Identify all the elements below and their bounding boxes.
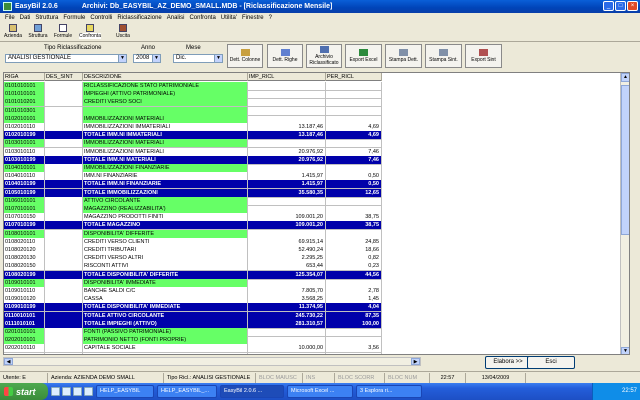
menu-item-riclassificazione[interactable]: Riclassificazione (117, 15, 161, 21)
scroll-up-arrow-icon[interactable]: ▲ (621, 73, 629, 82)
menu-item-finestre[interactable]: Finestre (242, 15, 264, 21)
columns-icon (240, 49, 250, 56)
anno-select[interactable]: 2008 ▼ (133, 54, 161, 63)
archivio-riclassificato-button[interactable]: Archivio Riclassificato (306, 44, 342, 68)
main-toolbar: Azienda Struttura Formule Confronta Usci… (0, 22, 640, 42)
close-button[interactable]: × (627, 1, 638, 11)
chevron-down-icon: ▼ (152, 55, 160, 62)
printer-icon (399, 49, 408, 56)
building-icon (9, 24, 17, 32)
title-bar: EasyBil 2.0.6 Archivi: Db_EASYBIL_AZ_DEM… (0, 0, 640, 13)
menu-item-dati[interactable]: Dati (20, 15, 31, 21)
export-excel-button[interactable]: Export Excel (345, 44, 382, 68)
scroll-down-arrow-icon[interactable]: ▼ (621, 347, 629, 354)
formule-button[interactable]: Formule (51, 22, 75, 42)
status-date: 13/04/2009 (466, 372, 526, 383)
menu-item-confronta[interactable]: Confronta (189, 15, 215, 21)
system-tray-clock: 22:57 (592, 383, 640, 400)
menu-bar: File Dati Struttura Formule Controlli Riclass… (0, 13, 640, 22)
menu-item-formule[interactable]: Formule (63, 15, 85, 21)
anno-label: Anno (141, 45, 156, 51)
exit-door-icon (119, 24, 127, 32)
menu-item-?[interactable]: ? (269, 15, 272, 21)
app-name: EasyBil 2.0.6 (15, 3, 58, 10)
mese-select[interactable]: Dic. ▼ (173, 54, 223, 63)
scroll-thumb[interactable] (621, 85, 629, 235)
column-header-riga[interactable]: RIGA (4, 73, 45, 81)
chevron-down-icon: ▼ (214, 55, 222, 62)
menu-item-analisi[interactable]: Analisi (167, 15, 185, 21)
vertical-scrollbar[interactable]: ▲ ▼ (620, 73, 629, 354)
maximize-button[interactable]: □ (615, 1, 626, 11)
task-easybil[interactable]: EasyBil 2.0.6 ... (220, 385, 284, 398)
struttura-button[interactable]: Struttura (26, 22, 50, 42)
printer-icon (439, 49, 448, 56)
menu-item-file[interactable]: File (5, 15, 15, 21)
tipo-riclassificazione-select[interactable]: ANALISI GESTIONALE ▼ (5, 54, 127, 63)
dett-colonne-button[interactable]: Dett. Colonne (227, 44, 263, 68)
structure-icon (34, 24, 42, 32)
filter-panel: Tipo Riclassificazione ANALISI GESTIONAL… (0, 42, 640, 72)
folder-icon[interactable] (73, 387, 82, 396)
status-azienda: Azienda: AZIENDA DEMO SMALL (48, 372, 164, 383)
desktop-icon[interactable] (62, 387, 71, 396)
status-utente: Utente: E (0, 372, 48, 383)
taskbar: start HELP_EASYBIL HELP_EASYBIL_... Easy… (0, 383, 640, 400)
horizontal-scrollbar[interactable]: ◀ ▶ (3, 357, 421, 366)
excel-icon (359, 49, 368, 56)
azienda-button[interactable]: Azienda (1, 22, 25, 42)
dett-righe-button[interactable]: Dett. Righe (267, 44, 303, 68)
column-header-per-ricl[interactable]: PER_RICL (326, 73, 382, 81)
ie-icon[interactable] (51, 387, 60, 396)
minimize-button[interactable]: _ (603, 1, 614, 11)
mese-label: Mese (186, 45, 201, 51)
export-sint-button[interactable]: Export Sint (465, 44, 502, 68)
uscita-button[interactable]: Uscita (111, 22, 135, 42)
chevron-down-icon: ▼ (118, 55, 126, 62)
status-insert: INS (303, 372, 335, 383)
column-header-des-sint[interactable]: DES_SINT (45, 73, 83, 81)
confronta-button[interactable]: Confronta (76, 22, 104, 42)
stampa-sint-button[interactable]: Stampa Sint. (425, 44, 462, 68)
window-title: Archivi: Db_EASYBIL_AZ_DEMO_SMALL.MDB - … (81, 3, 333, 10)
formula-icon (59, 24, 67, 32)
start-button[interactable]: start (0, 383, 48, 400)
quick-launch (51, 387, 93, 396)
task-excel[interactable]: Microsoft Excel ... (287, 385, 353, 398)
menu-item-controlli[interactable]: Controlli (90, 15, 112, 21)
stampa-dett-button[interactable]: Stampa Dett. (385, 44, 422, 68)
esci-button[interactable]: Esci (527, 356, 575, 369)
task-help-easybil-2[interactable]: HELP_EASYBIL_... (157, 385, 217, 398)
status-tipo: Tipo Ricl.: ANALISI GESTIONALE (164, 372, 256, 383)
column-header-imp-ricl[interactable]: IMP_RICL (248, 73, 326, 81)
task-help-easybil[interactable]: HELP_EASYBIL (96, 385, 154, 398)
scroll-left-arrow-icon[interactable]: ◀ (4, 358, 13, 365)
export-icon (479, 49, 488, 56)
task-explorer[interactable]: 3 Esplora ri... (356, 385, 422, 398)
status-scroll-lock: BLOC SCORR (335, 372, 385, 383)
status-num-lock: BLOC NUM (385, 372, 430, 383)
app-icon (3, 2, 12, 11)
menu-item-struttura[interactable]: Struttura (35, 15, 58, 21)
status-caps-lock: BLOC MAIUSC (256, 372, 303, 383)
elabora-button[interactable]: Elabora >> (485, 356, 531, 369)
grid-header: RIGA DES_SINT DESCRIZIONE IMP_RICL PER_R… (4, 73, 382, 81)
rows-icon (280, 49, 290, 56)
data-grid[interactable]: RIGA DES_SINT DESCRIZIONE IMP_RICL PER_R… (3, 72, 630, 355)
status-bar: Utente: E Azienda: AZIENDA DEMO SMALL Ti… (0, 371, 640, 383)
compare-icon (86, 24, 94, 32)
tipo-riclassificazione-label: Tipo Riclassificazione (44, 45, 102, 51)
menu-item-utilita[interactable]: Utilita' (221, 15, 237, 21)
column-header-descrizione[interactable]: DESCRIZIONE (83, 73, 248, 81)
status-time: 22:57 (430, 372, 466, 383)
scroll-right-arrow-icon[interactable]: ▶ (411, 358, 420, 365)
windows-logo-icon (4, 387, 13, 396)
archive-icon (319, 46, 329, 53)
media-icon[interactable] (84, 387, 93, 396)
